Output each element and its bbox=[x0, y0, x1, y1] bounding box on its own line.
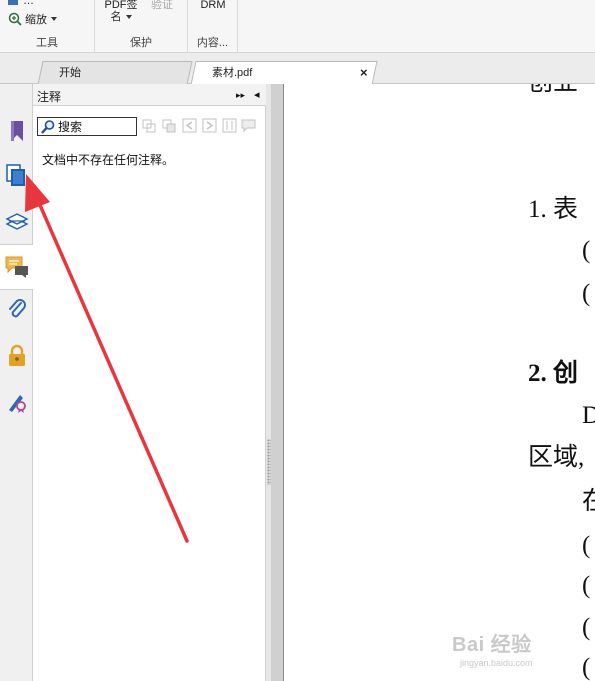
layers-button[interactable] bbox=[3, 207, 31, 235]
content-group-label: 内容... bbox=[196, 37, 229, 49]
comments-button[interactable] bbox=[0, 244, 34, 290]
search-input[interactable] bbox=[58, 119, 128, 134]
verify-label: 验证 bbox=[151, 0, 173, 11]
previous-comment-icon[interactable] bbox=[182, 118, 197, 133]
document-gutter bbox=[272, 84, 284, 681]
signature-icon bbox=[9, 395, 26, 413]
zoom-in-icon bbox=[8, 12, 22, 26]
next-comment-icon[interactable] bbox=[202, 118, 217, 133]
tab-start[interactable]: 开始 bbox=[37, 61, 193, 85]
pdf-sign-label-line1: PDF签 bbox=[104, 0, 138, 11]
expand-all-icon[interactable] bbox=[142, 118, 157, 133]
watermark-url: jingyan.baidu.com bbox=[460, 658, 533, 668]
collapse-panel-icon[interactable]: ◂ bbox=[254, 88, 260, 101]
comments-panel: 注释 ▸▸ ◂ 文档中不存在任何注释。 bbox=[33, 84, 266, 681]
doc-line: ( bbox=[582, 654, 591, 681]
tool-button-truncated[interactable]: … bbox=[6, 0, 34, 8]
attachment-icon bbox=[9, 299, 26, 318]
doc-line: ( bbox=[582, 614, 591, 641]
tools-group-label: 工具 bbox=[36, 37, 58, 49]
pages-icon bbox=[6, 164, 25, 186]
doc-line: 区域, bbox=[528, 444, 585, 471]
protect-group: PDF签 名 验证 保护 bbox=[95, 0, 188, 53]
doc-line: 在 bbox=[582, 488, 595, 515]
bookmark-icon bbox=[11, 121, 23, 141]
ribbon-toolbar: … 缩放 工具 PDF签 名 验证 保护 DRM 内容... bbox=[0, 0, 595, 53]
zoom-label: 缩放 bbox=[25, 14, 47, 26]
chevron-down-icon bbox=[125, 15, 132, 20]
tab-document-label: 素材.pdf bbox=[212, 67, 253, 79]
watermark-brand: Bai 经验 bbox=[452, 634, 532, 656]
bookmarks-button[interactable] bbox=[3, 117, 31, 145]
doc-line: ( bbox=[582, 280, 591, 307]
content-group: DRM 内容... bbox=[188, 0, 238, 53]
doc-line: 创业 bbox=[528, 84, 578, 95]
pdf-sign-label-line2: 名 bbox=[110, 11, 122, 23]
expand-panel-icon[interactable]: ▸▸ bbox=[236, 90, 245, 101]
document-tab-bar: 开始 素材.pdf × bbox=[0, 53, 595, 85]
search-icon bbox=[41, 119, 55, 134]
reply-icon[interactable] bbox=[241, 118, 256, 133]
lock-icon bbox=[9, 344, 25, 366]
doc-line: D bbox=[582, 402, 595, 429]
search-field[interactable] bbox=[37, 117, 137, 136]
pdf-sign-button[interactable]: PDF签 名 bbox=[104, 0, 138, 23]
close-icon[interactable]: × bbox=[360, 62, 368, 84]
security-button[interactable] bbox=[3, 342, 31, 370]
zoom-button[interactable]: 缩放 bbox=[8, 11, 57, 27]
comments-icon bbox=[5, 256, 28, 278]
sort-icon[interactable] bbox=[222, 118, 237, 133]
tool-button-label: … bbox=[23, 0, 34, 7]
tab-document[interactable]: 素材.pdf × bbox=[190, 61, 378, 85]
collapse-all-icon[interactable] bbox=[162, 118, 177, 133]
doc-line: 1. 表 bbox=[528, 196, 579, 223]
baidu-watermark: Bai 经验 jingyan.baidu.com bbox=[452, 628, 533, 668]
chevron-down-icon bbox=[51, 17, 57, 21]
signatures-button[interactable] bbox=[3, 388, 31, 416]
drm-button[interactable]: DRM bbox=[198, 0, 228, 11]
document-page: 创业 1. 表 ( ( 2. 创 D 区域, 在 ( ( ( ( bbox=[284, 84, 595, 681]
panel-header: 注释 ▸▸ ◂ bbox=[33, 84, 266, 106]
no-comments-message: 文档中不存在任何注释。 bbox=[42, 153, 175, 167]
doc-line: ( bbox=[582, 237, 591, 264]
pages-button[interactable] bbox=[3, 162, 31, 190]
panel-title: 注释 bbox=[37, 90, 62, 104]
layers-icon bbox=[5, 213, 29, 230]
doc-line: ( bbox=[582, 572, 591, 599]
doc-heading: 2. 创 bbox=[528, 360, 579, 387]
tools-group: … 缩放 工具 bbox=[0, 0, 95, 53]
doc-line: ( bbox=[582, 532, 591, 559]
verify-button[interactable]: 验证 bbox=[147, 0, 177, 11]
protect-group-label: 保护 bbox=[130, 37, 152, 49]
navigation-rail bbox=[0, 84, 34, 681]
tab-start-label: 开始 bbox=[59, 67, 81, 79]
drm-label: DRM bbox=[200, 0, 226, 11]
splitter-grip-icon[interactable] bbox=[267, 439, 271, 485]
attachments-button[interactable] bbox=[3, 296, 31, 324]
hand-icon bbox=[8, 0, 18, 5]
